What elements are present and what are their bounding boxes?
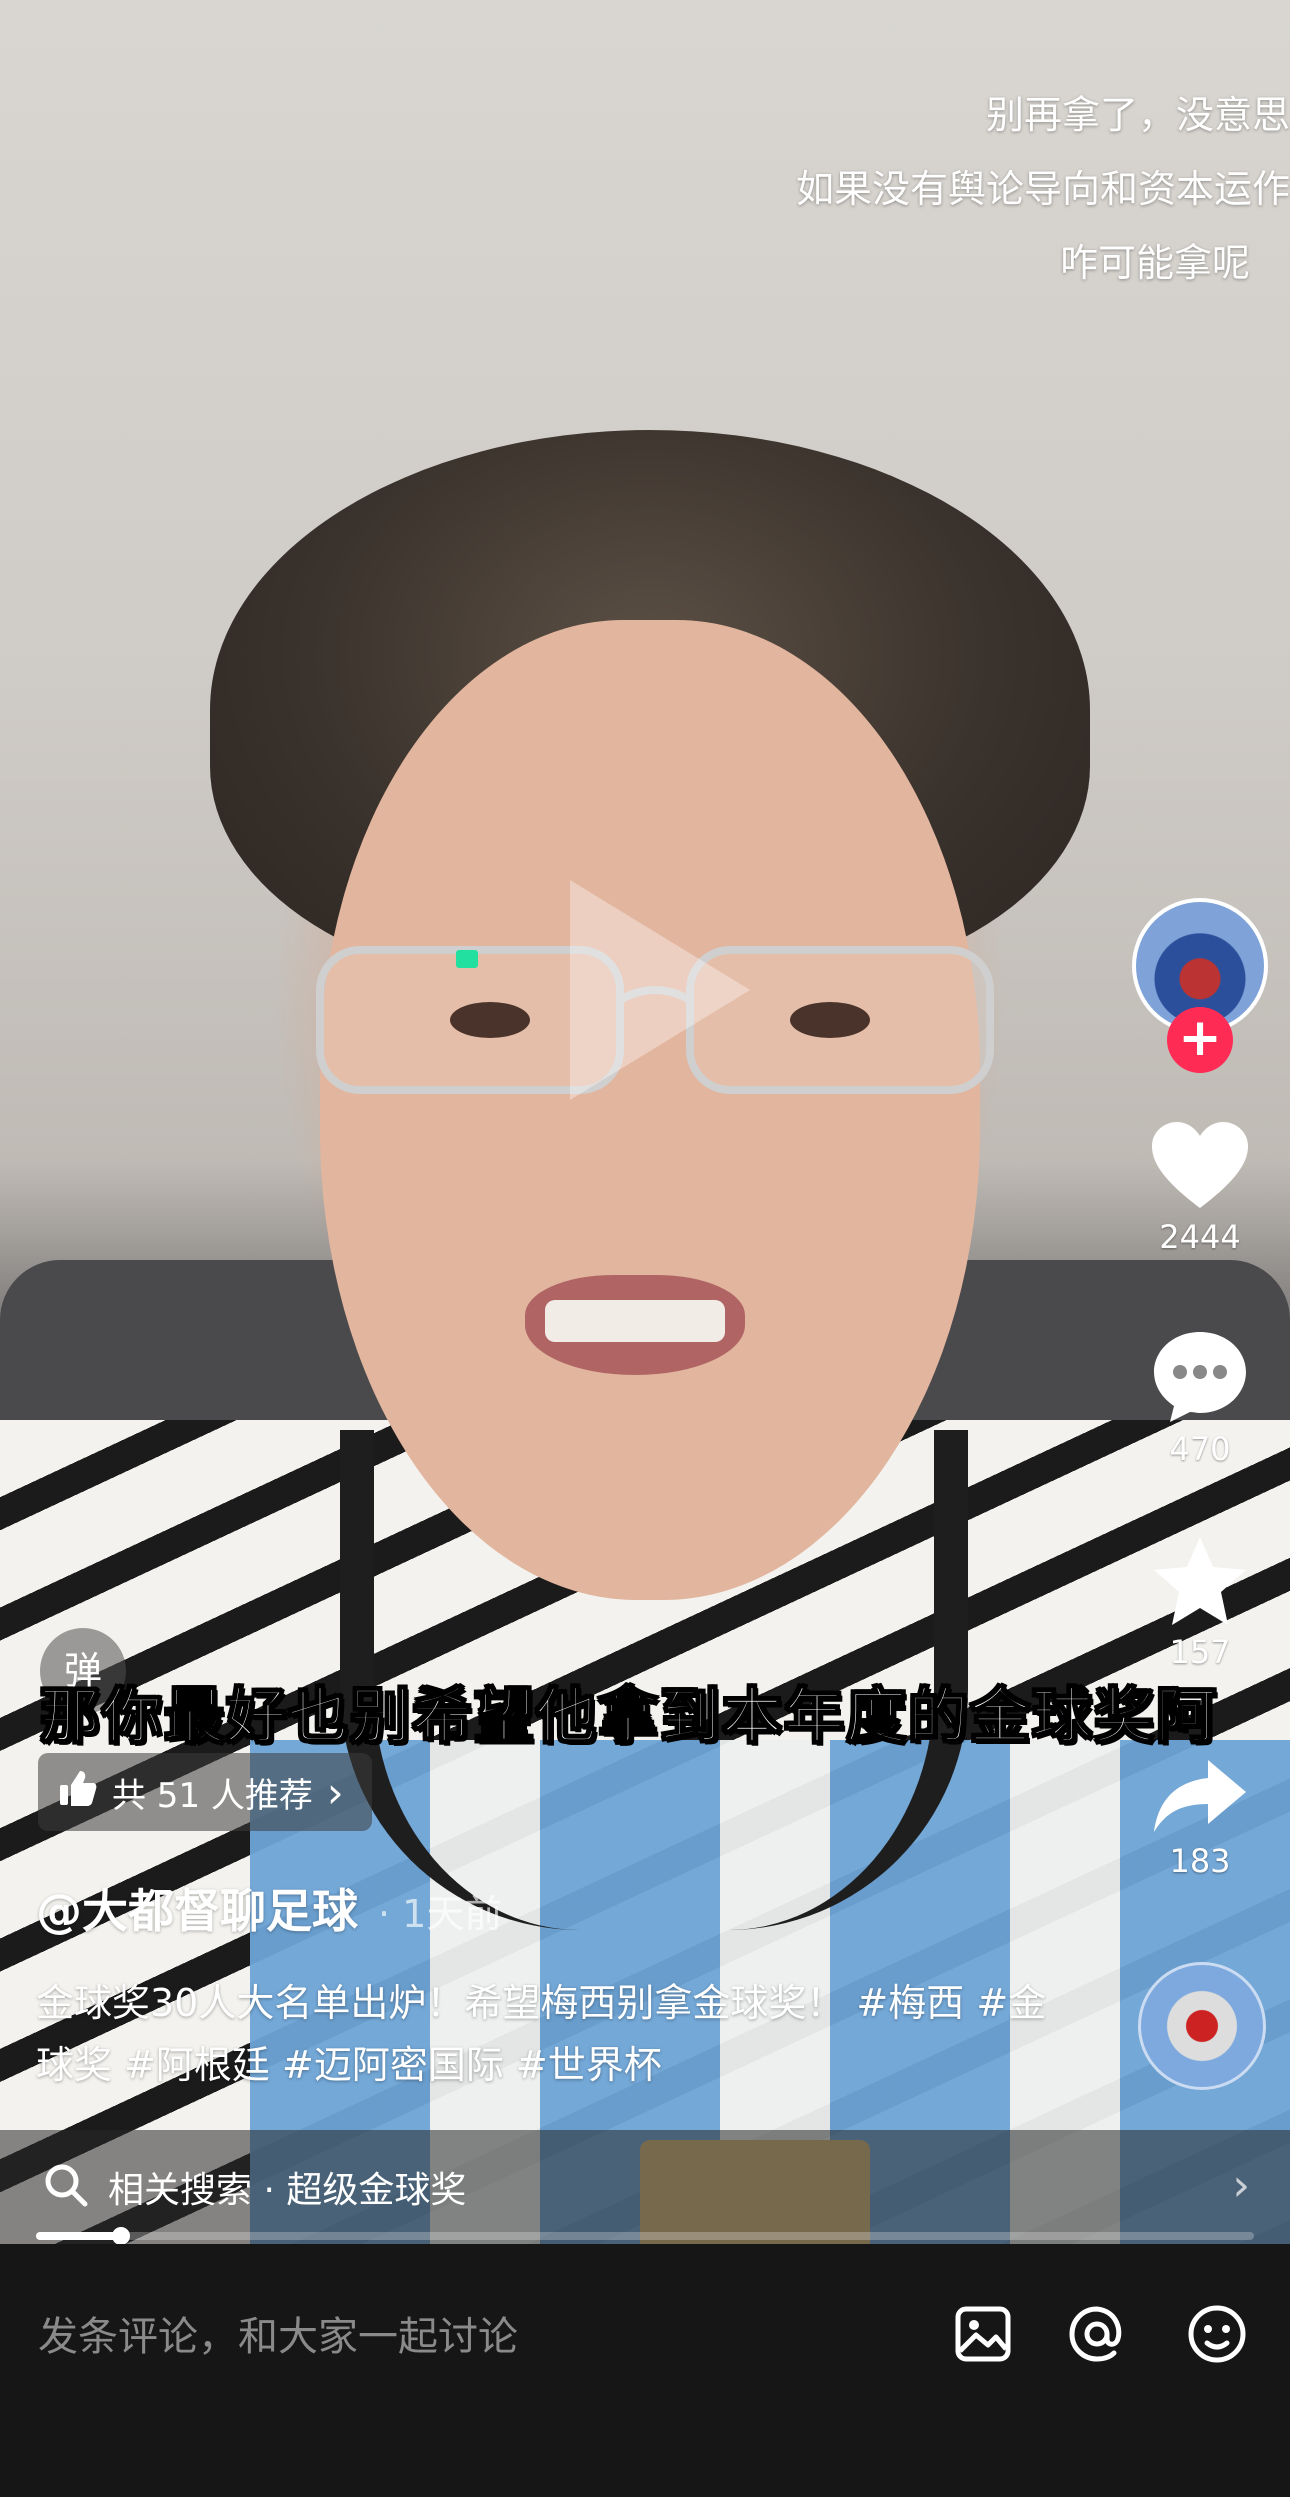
author-row: @大都督聊足球 · 1天前	[36, 1875, 502, 1941]
video-subtitle: 那你最好也别希望他拿到本年度的金球奖阿	[39, 1681, 1218, 1753]
search-icon	[44, 2163, 88, 2211]
play-icon[interactable]	[570, 880, 750, 1100]
top-caption-line-3: 咋可能拿呢	[1059, 241, 1250, 285]
heart-icon	[1130, 1120, 1270, 1212]
favorite-count: 157	[1169, 1633, 1231, 1671]
chevron-right-icon: ›	[326, 1767, 344, 1817]
share-action[interactable]: 183	[1130, 1756, 1270, 1880]
teeth	[545, 1300, 725, 1342]
recommend-label: 共 51 人推荐	[112, 1775, 313, 1816]
author-name[interactable]: @大都督聊足球	[36, 1875, 358, 1941]
share-count: 183	[1169, 1842, 1231, 1880]
face	[320, 620, 980, 1600]
comment-bar: 发条评论，和大家一起讨论	[0, 2244, 1290, 2497]
at-icon[interactable]	[1062, 2299, 1132, 2369]
emoji-icon[interactable]	[1182, 2299, 1252, 2369]
top-caption-line-1: 别再拿了，没意思	[985, 93, 1290, 137]
recommend-pill[interactable]: 共 51 人推荐 ›	[38, 1753, 372, 1831]
progress-fill	[36, 2232, 122, 2240]
follow-plus-icon[interactable]: +	[1167, 1007, 1233, 1073]
chevron-right-icon: ›	[1232, 2160, 1250, 2211]
related-search-text: 相关搜索 · 超级金球奖	[108, 2170, 467, 2211]
video-description[interactable]: 金球奖30人大名单出炉！希望梅西别拿金球奖！ #梅西 #金球奖 #阿根廷 #迈阿…	[36, 1972, 1076, 2096]
related-search-bar[interactable]: 相关搜索 · 超级金球奖 ›	[0, 2130, 1290, 2244]
video-progress-bar[interactable]	[36, 2227, 1254, 2245]
comment-action[interactable]: 470	[1130, 1328, 1270, 1468]
green-indicator	[456, 950, 478, 968]
top-caption-line-2: 如果没有舆论导向和资本运作	[795, 167, 1290, 211]
comment-count: 470	[1169, 1430, 1231, 1468]
music-disc[interactable]	[1138, 1962, 1266, 2090]
star-icon	[1130, 1535, 1270, 1627]
share-icon	[1130, 1756, 1270, 1836]
like-count: 2444	[1159, 1218, 1241, 1256]
favorite-action[interactable]: 157	[1130, 1535, 1270, 1671]
comment-input[interactable]: 发条评论，和大家一起讨论	[38, 2304, 518, 2362]
thumbs-up-icon	[58, 1769, 98, 1816]
like-action[interactable]: 2444	[1130, 1120, 1270, 1256]
image-icon[interactable]	[948, 2299, 1018, 2369]
post-time: · 1天前	[378, 1892, 503, 1936]
comment-icon	[1130, 1328, 1270, 1424]
